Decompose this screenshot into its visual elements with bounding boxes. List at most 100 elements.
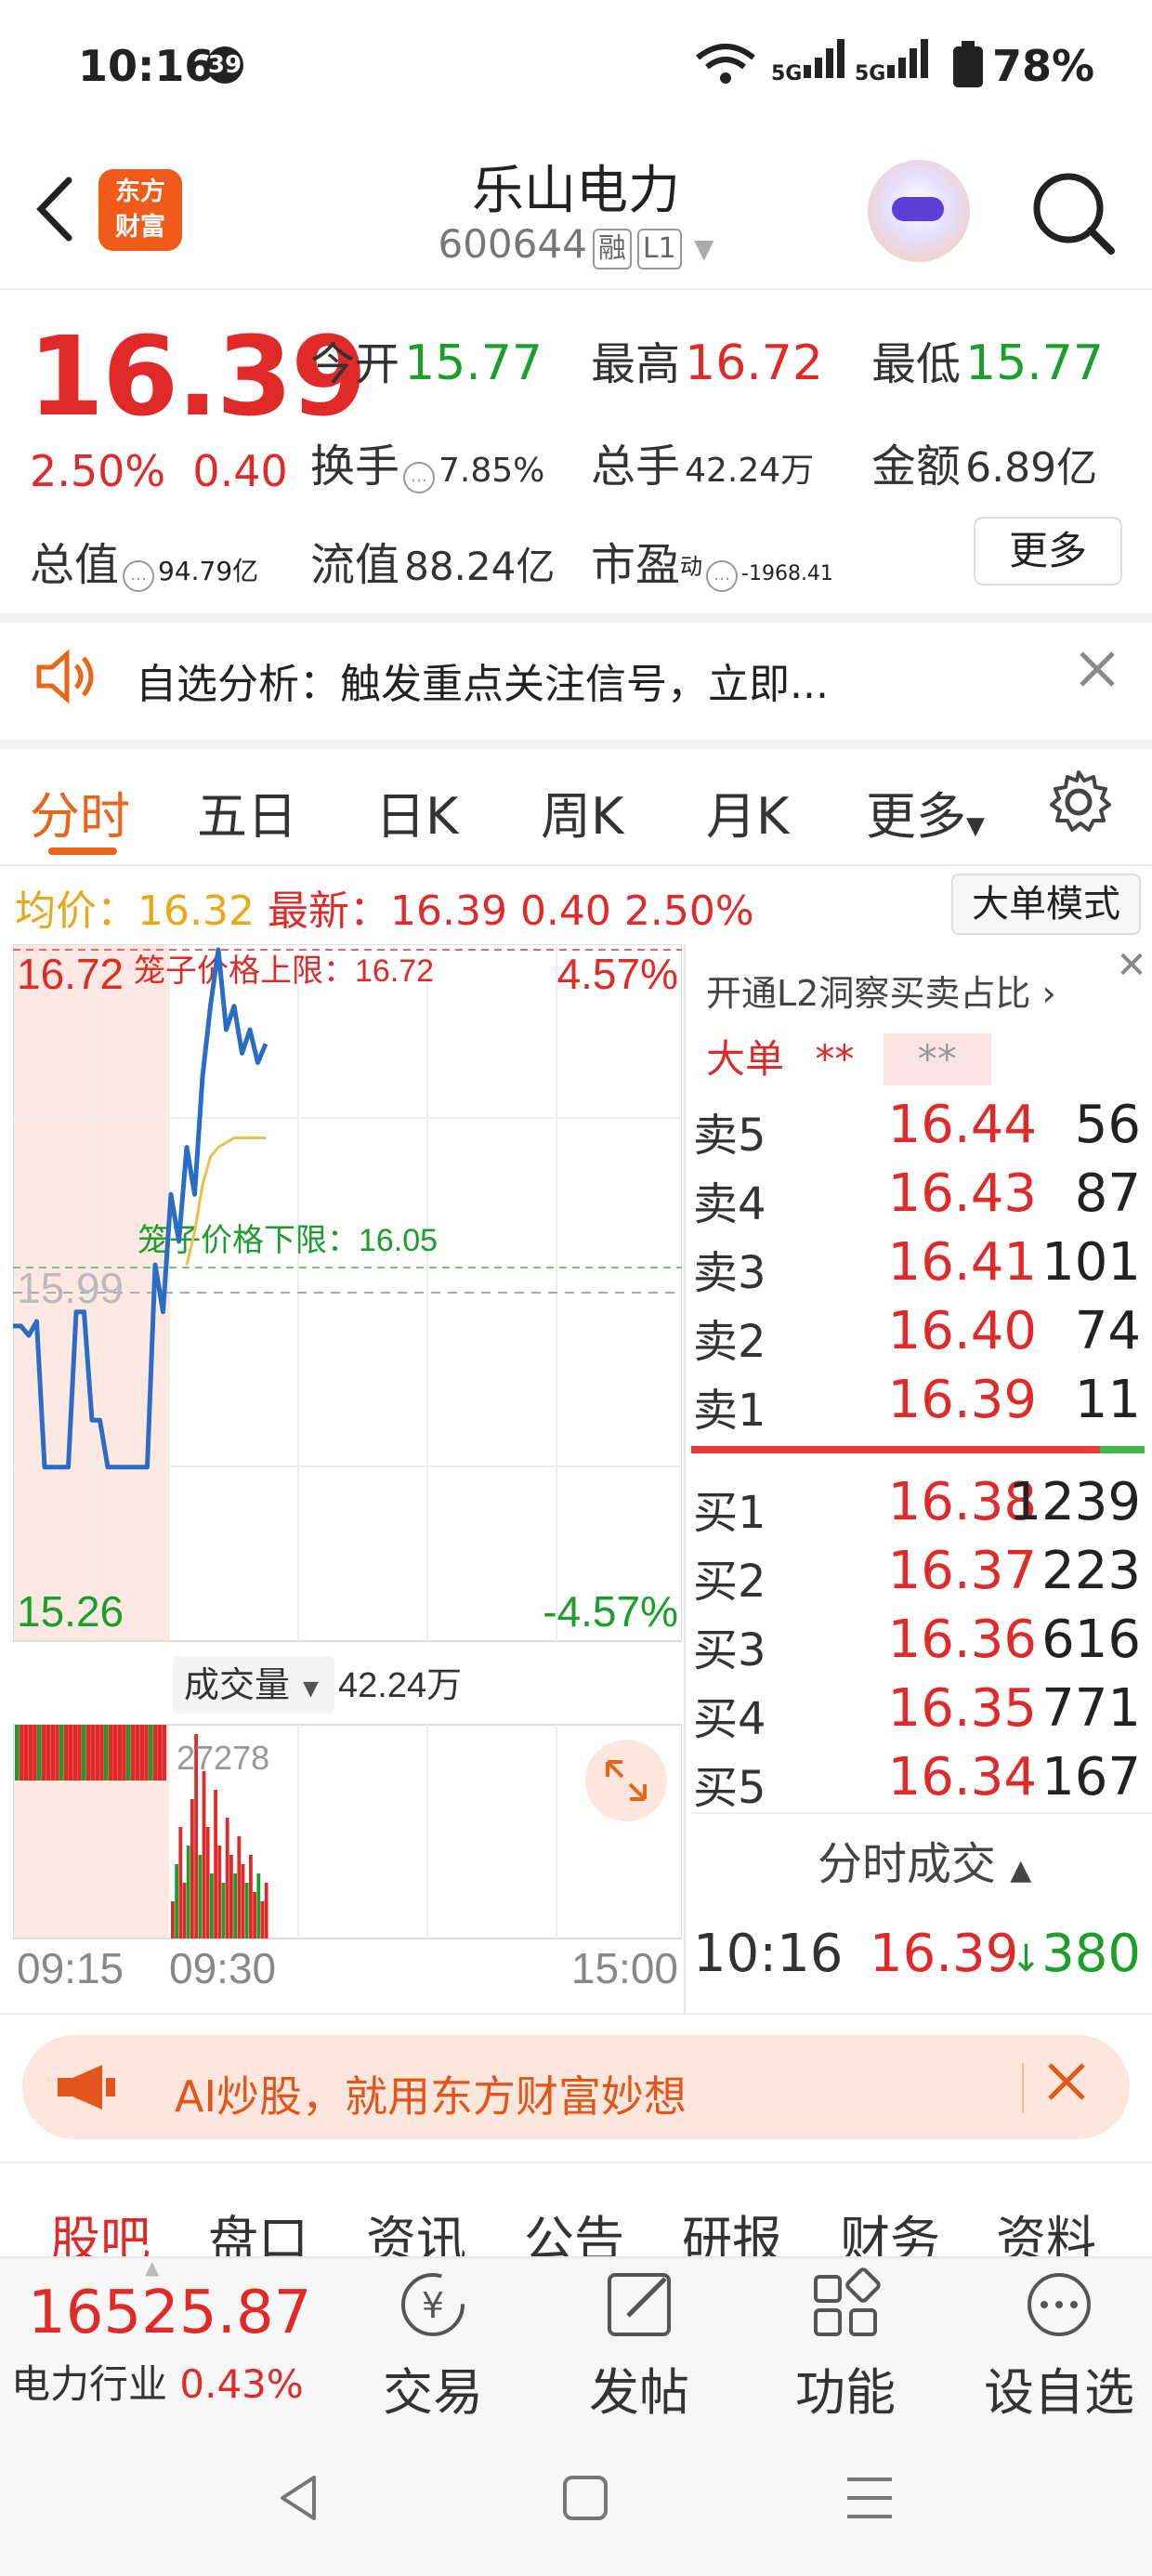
close-notice-button[interactable] <box>1074 645 1120 705</box>
ask-price: 16.43 <box>887 1163 1037 1224</box>
chart-settings-button[interactable] <box>1044 768 1113 840</box>
expand-chart-button[interactable] <box>585 1740 667 1821</box>
nav-recents-button[interactable] <box>844 2474 896 2526</box>
trade-button[interactable]: ¥ 交易 <box>349 2267 517 2425</box>
bid-price: 16.36 <box>887 1610 1037 1670</box>
bid-row[interactable]: 买2 16.37 223 <box>693 1541 1148 1610</box>
more-quote-button[interactable]: 更多 <box>974 517 1122 585</box>
banner-divider <box>0 2162 1152 2163</box>
ask-level-label: 卖3 <box>693 1247 766 1299</box>
arrow-down-icon: ↓ <box>1010 1938 1042 1980</box>
volume-bar <box>104 1725 109 1781</box>
volume-bar <box>90 1725 96 1781</box>
tab-monthly-k[interactable]: 月K <box>706 775 789 848</box>
market-cap-field[interactable]: 总值… 94.79亿 <box>30 528 258 593</box>
close-icon <box>1048 2063 1085 2100</box>
bid-level-label: 买3 <box>693 1624 766 1676</box>
ask-row[interactable]: 卖1 16.39 11 <box>693 1370 1148 1439</box>
tick-volume: 380 <box>1041 1924 1141 1984</box>
volume-bar <box>50 1725 55 1781</box>
open-value: 15.77 <box>404 335 543 391</box>
volume-max-label: 27278 <box>177 1739 269 1777</box>
ask-row[interactable]: 卖3 16.41 101 <box>693 1232 1148 1301</box>
bid-volume: 167 <box>1041 1747 1141 1807</box>
close-ai-banner-button[interactable] <box>1041 2056 1093 2122</box>
tab-intraday[interactable]: 分时 <box>30 775 130 848</box>
triangle-back-icon <box>281 2476 316 2520</box>
industry-index-row[interactable]: 电力行业 0.43% <box>11 2353 304 2410</box>
industry-index-value[interactable]: 16525.87 <box>28 2279 311 2347</box>
bid-row[interactable]: 买3 16.36 616 <box>693 1610 1148 1678</box>
post-button[interactable]: 发帖 <box>556 2267 723 2425</box>
ai-assistant-avatar[interactable] <box>868 160 970 262</box>
ask-level-label: 卖1 <box>693 1385 766 1437</box>
tab-divider <box>0 864 1152 866</box>
latest-change: 0.40 <box>519 887 611 935</box>
l2-promo-link[interactable]: 开通L2洞察买卖占比 › <box>706 965 1056 1016</box>
volume-bar <box>186 1846 190 1939</box>
tab-daily-k[interactable]: 日K <box>375 775 458 848</box>
bid-row[interactable]: 买4 16.35 771 <box>693 1678 1148 1747</box>
ai-banner-text[interactable]: AI炒股，就用东方财富妙想 <box>175 2063 687 2124</box>
big-order-mode-button[interactable]: 大单模式 <box>951 874 1141 935</box>
volume-bar <box>214 1790 217 1939</box>
notice-text[interactable]: 自选分析：触发重点关注信号，立即... <box>136 651 829 710</box>
more-dots-icon <box>1028 2273 1091 2336</box>
caret-down-icon: ▼ <box>303 1677 319 1701</box>
tab-weekly-k[interactable]: 周K <box>541 775 623 848</box>
volume-total: 42.24万 <box>338 1666 462 1705</box>
turnover-field[interactable]: 换手… 7.85% <box>310 429 544 494</box>
volume-bar <box>202 1771 206 1939</box>
tick-title-label: 分时成交 <box>818 1838 997 1890</box>
volume-bar <box>253 1892 256 1939</box>
volume-bar <box>108 1725 113 1781</box>
nav-back-button[interactable] <box>275 2472 321 2528</box>
volume-bar <box>72 1725 77 1781</box>
ask-row[interactable]: 卖2 16.40 74 <box>693 1301 1148 1370</box>
close-promo-button[interactable]: ✕ <box>1111 944 1152 987</box>
intraday-chart[interactable]: 16.72 笼子价格上限：16.72 4.57% 笼子价格下限：16.05 15… <box>13 944 682 2013</box>
volume-bar <box>249 1855 253 1939</box>
volume-bar <box>122 1725 126 1781</box>
volume-bar <box>171 1901 175 1939</box>
header-divider <box>0 288 1152 290</box>
caret-up-icon: ▲ <box>1010 1854 1032 1886</box>
volume-bar <box>28 1725 33 1781</box>
nav-home-button[interactable] <box>561 2474 609 2526</box>
megaphone-icon <box>54 2061 119 2117</box>
upper-limit-label: 笼子价格上限：16.72 <box>134 953 434 989</box>
volume-bar <box>59 1725 64 1781</box>
pe-field[interactable]: 市盈动… -1968.41 <box>591 528 833 593</box>
ask-row[interactable]: 卖5 16.44 56 <box>693 1095 1148 1163</box>
add-watchlist-button[interactable]: 设自选 <box>966 2267 1152 2425</box>
tab-five-day[interactable]: 五日 <box>197 775 297 848</box>
volume-bar <box>37 1725 42 1781</box>
tick-trades-header[interactable]: 分时成交 ▲ <box>818 1827 1031 1892</box>
industry-pct: 0.43% <box>179 2361 304 2407</box>
close-icon <box>1080 651 1115 687</box>
low-label: 最低 <box>871 338 962 390</box>
lower-limit-label: 笼子价格下限：16.05 <box>137 1223 438 1258</box>
info-icon: … <box>706 559 739 592</box>
avg-price-value: 16.32 <box>137 887 255 935</box>
ask-level-label: 卖2 <box>693 1316 766 1368</box>
edit-icon <box>608 2273 671 2336</box>
volume-bar <box>264 1883 268 1939</box>
tab-more[interactable]: 更多▼ <box>866 775 985 848</box>
tab-more-label: 更多 <box>866 787 966 846</box>
bid-volume: 616 <box>1041 1610 1141 1670</box>
signal-icon-2: 5G <box>855 37 932 85</box>
volume-bar <box>190 1799 194 1939</box>
functions-button[interactable]: 功能 <box>762 2267 929 2425</box>
volume-bar <box>55 1725 59 1781</box>
bid-row[interactable]: 买5 16.34 167 <box>693 1747 1148 1816</box>
volume-bar <box>139 1725 144 1781</box>
search-button[interactable] <box>1022 167 1124 260</box>
bid-row[interactable]: 买1 16.38 1239 <box>693 1472 1148 1541</box>
robot-face-icon <box>892 197 944 221</box>
stock-code-row[interactable]: 600644 融 L1 ▼ <box>0 221 1152 269</box>
ask-row[interactable]: 卖4 16.43 87 <box>693 1163 1148 1232</box>
volume-bar <box>217 1846 222 1939</box>
functions-label: 功能 <box>795 2363 896 2422</box>
volume-bar <box>23 1725 29 1781</box>
